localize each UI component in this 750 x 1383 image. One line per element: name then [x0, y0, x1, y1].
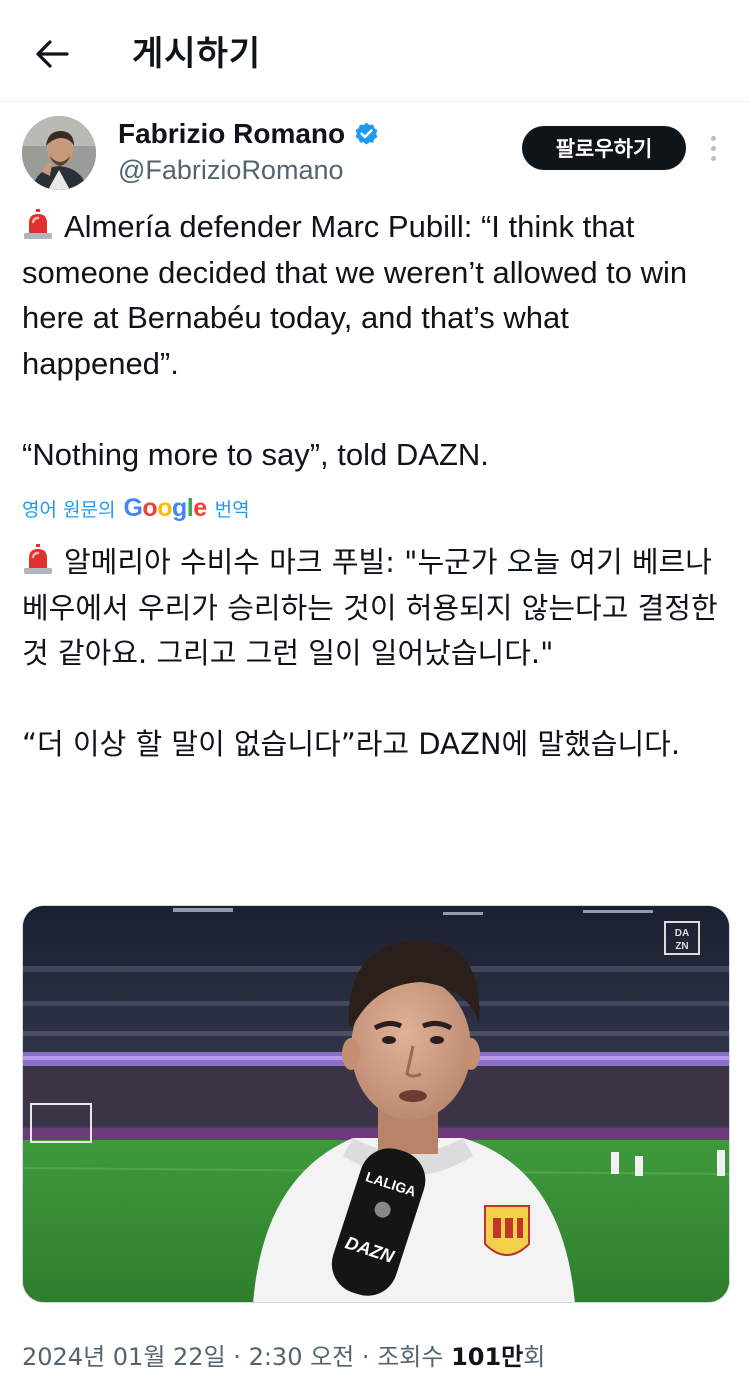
tweet-text-ko: 알메리아 수비수 마크 푸빌: "누군가 오늘 여기 베르나베우에서 우리가 승…: [22, 545, 718, 761]
translate-suffix: 번역: [214, 498, 250, 521]
more-vertical-icon-dot: [710, 145, 716, 151]
follow-button[interactable]: 팔로우하기: [522, 126, 686, 170]
verified-badge-icon: [355, 122, 378, 145]
author-handle[interactable]: @FabrizioRomano: [118, 152, 344, 188]
meta-separator: ·: [233, 1343, 241, 1371]
top-app-bar: 게시하기: [0, 0, 750, 102]
tweet-media-video[interactable]: DA ZN LALIGA DAZN: [22, 905, 730, 1303]
page-title: 게시하기: [132, 34, 262, 74]
rotating-light-icon: [24, 544, 52, 574]
tweet-text-original: Almería defender Marc Pubill: “I think t…: [22, 204, 732, 477]
author-name-line: Fabrizio Romano: [118, 116, 380, 152]
author-row: Fabrizio Romano @FabrizioRomano 팔로우하기: [22, 116, 732, 192]
tweet-time[interactable]: 2:30 오전: [249, 1343, 355, 1371]
tweet-text-en: Almería defender Marc Pubill: “I think t…: [22, 209, 688, 472]
meta-separator: ·: [361, 1343, 370, 1371]
tweet-meta: 2024년 01월 22일 · 2:30 오전 · 조회수 101만회: [22, 1340, 545, 1374]
views-unit: 회: [523, 1343, 546, 1371]
back-button[interactable]: [30, 32, 74, 76]
avatar[interactable]: [22, 116, 96, 190]
translate-prefix: 영어 원문의: [22, 498, 116, 521]
tweet-text-translated: 알메리아 수비수 마크 푸빌: "누군가 오늘 여기 베르나베우에서 우리가 승…: [22, 540, 732, 768]
google-logo: Google: [123, 493, 207, 522]
svg-text:ZN: ZN: [675, 941, 688, 952]
club-crest: [484, 1205, 530, 1256]
more-options-button[interactable]: [698, 128, 728, 168]
more-vertical-icon-dot: [710, 155, 716, 161]
views-label: 조회수: [377, 1343, 444, 1371]
tweet-date[interactable]: 2024년 01월 22일: [22, 1343, 226, 1371]
author-name[interactable]: Fabrizio Romano: [118, 116, 345, 152]
arrow-left-icon: [36, 40, 69, 68]
rotating-light-icon: [24, 209, 52, 239]
video-thumbnail: DA ZN LALIGA DAZN: [23, 906, 729, 1302]
more-vertical-icon: [710, 135, 716, 141]
google-translate-link[interactable]: 영어 원문의 Google 번역: [22, 488, 250, 528]
views-count[interactable]: 101만: [451, 1343, 523, 1371]
svg-text:DA: DA: [675, 928, 689, 939]
